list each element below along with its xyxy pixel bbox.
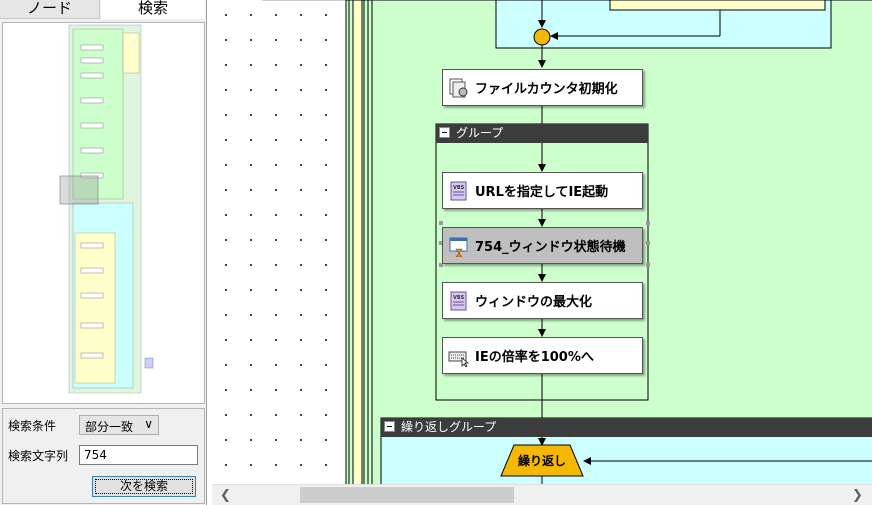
tab-node[interactable]: ノード xyxy=(0,0,100,19)
collapse-icon[interactable] xyxy=(439,127,450,138)
node-label: ウィンドウの最大化 xyxy=(475,295,593,310)
search-panel: 検索条件 部分一致 ∨ 検索文字列 754 次を検索 xyxy=(2,408,205,504)
tab-search[interactable]: 検索 xyxy=(101,0,205,19)
minimap-drawing xyxy=(59,24,154,394)
loop-group-label: 繰り返しグループ xyxy=(401,420,497,434)
scroll-right-icon[interactable]: ❯ xyxy=(852,488,863,503)
window-hourglass-icon xyxy=(449,237,468,257)
find-next-button[interactable]: 次を検索 xyxy=(92,476,196,497)
node-wait-window[interactable]: 754_ウィンドウ状態待機 xyxy=(442,227,643,264)
scroll-left-icon[interactable]: ❮ xyxy=(220,488,231,503)
loop-group-header[interactable]: 繰り返しグループ xyxy=(381,418,872,437)
scrollbar-thumb[interactable] xyxy=(300,487,514,503)
search-text-input[interactable]: 754 xyxy=(79,445,198,465)
svg-text:VBS: VBS xyxy=(453,185,465,191)
node-label: ファイルカウンタ初期化 xyxy=(475,82,618,97)
search-condition-select[interactable]: 部分一致 ∨ xyxy=(79,415,159,435)
node-label: 754_ウィンドウ状態待機 xyxy=(475,240,626,255)
loop-node[interactable]: 繰り返し xyxy=(501,452,583,469)
keyboard-cursor-icon xyxy=(448,351,469,367)
node-maximize-window[interactable]: VBS ウィンドウの最大化 xyxy=(442,282,643,319)
group-header[interactable]: グループ xyxy=(436,124,648,143)
node-label: IEの倍率を100%へ xyxy=(475,350,594,365)
collapse-icon[interactable] xyxy=(384,421,395,432)
gear-doc-icon xyxy=(449,78,468,97)
search-text-label: 検索文字列 xyxy=(8,449,69,463)
node-ie-zoom[interactable]: IEの倍率を100%へ xyxy=(442,337,643,374)
horizontal-scrollbar[interactable]: ❮ ❯ xyxy=(212,484,872,505)
vbs-script-icon: VBS xyxy=(450,181,467,200)
junction-point xyxy=(533,28,551,46)
chevron-down-icon: ∨ xyxy=(144,417,153,431)
vbs-script-icon: VBS xyxy=(450,291,467,310)
search-condition-value: 部分一致 xyxy=(85,420,134,434)
flow-canvas[interactable]: ファイルカウンタ初期化 グループ VBS URLを指定してIE起動 754_ウィ… xyxy=(212,0,872,484)
node-open-ie[interactable]: VBS URLを指定してIE起動 xyxy=(442,172,643,209)
node-file-counter[interactable]: ファイルカウンタ初期化 xyxy=(442,69,643,106)
group-label: グループ xyxy=(456,126,504,140)
search-condition-label: 検索条件 xyxy=(8,419,57,433)
node-label: URLを指定してIE起動 xyxy=(475,185,609,200)
svg-text:VBS: VBS xyxy=(453,295,465,301)
left-panel: ノード 検索 検索条件 部分一致 ∨ 検索文字列 754 次を検索 xyxy=(0,0,207,505)
flow-minimap[interactable] xyxy=(2,22,205,404)
